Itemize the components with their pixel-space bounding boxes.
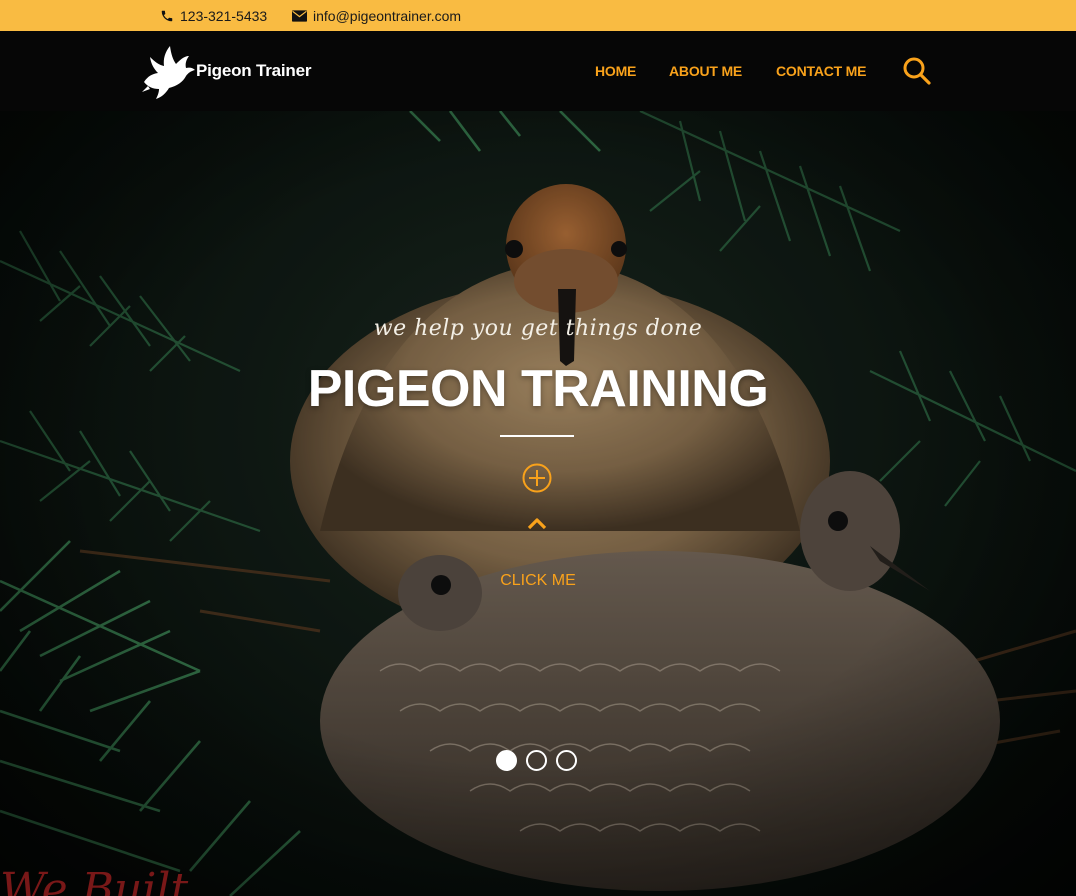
main-navigation: Pigeon Trainer HOME ABOUT ME CONTACT ME xyxy=(0,31,1076,111)
title-divider xyxy=(500,435,574,437)
nav-about-me[interactable]: ABOUT ME xyxy=(669,31,742,111)
nav-contact-me[interactable]: CONTACT ME xyxy=(776,31,866,111)
click-me-button[interactable]: CLICK ME xyxy=(0,572,1076,590)
slide-dot-3[interactable] xyxy=(556,750,577,771)
hero-tagline: we help you get things done xyxy=(373,316,703,341)
email-contact[interactable]: info@pigeontrainer.com xyxy=(292,0,461,31)
phone-contact[interactable]: 123-321-5433 xyxy=(160,0,267,31)
nav-contact-link[interactable]: CONTACT ME xyxy=(776,63,866,79)
top-info-bar: 123-321-5433 info@pigeontrainer.com xyxy=(0,0,1076,31)
nav-home[interactable]: HOME xyxy=(595,31,636,111)
section-script-heading: We Built xyxy=(0,864,189,896)
plus-circle-icon[interactable] xyxy=(522,463,552,493)
phone-icon xyxy=(161,10,173,21)
slide-dot-1[interactable] xyxy=(496,750,517,771)
brand-title: Pigeon Trainer xyxy=(196,61,312,80)
nav-home-link[interactable]: HOME xyxy=(595,63,636,79)
hero-slider: we help you get things done PIGEON TRAIN… xyxy=(0,111,1076,896)
search-icon xyxy=(903,57,931,85)
hero-overlay xyxy=(0,111,1076,896)
nav-about-link[interactable]: ABOUT ME xyxy=(669,63,742,79)
chevron-up-icon[interactable] xyxy=(527,516,547,530)
search-button[interactable] xyxy=(902,56,932,86)
brand-logo[interactable]: Pigeon Trainer xyxy=(138,42,311,100)
email-address: info@pigeontrainer.com xyxy=(313,7,462,24)
slide-dot-2[interactable] xyxy=(526,750,547,771)
slider-pagination xyxy=(496,750,577,771)
envelope-icon xyxy=(292,9,307,22)
hero-title: PIGEON TRAINING xyxy=(307,360,769,418)
phone-number: 123-321-5433 xyxy=(180,7,268,24)
click-me-label: CLICK ME xyxy=(500,572,576,589)
dove-icon xyxy=(142,46,195,99)
